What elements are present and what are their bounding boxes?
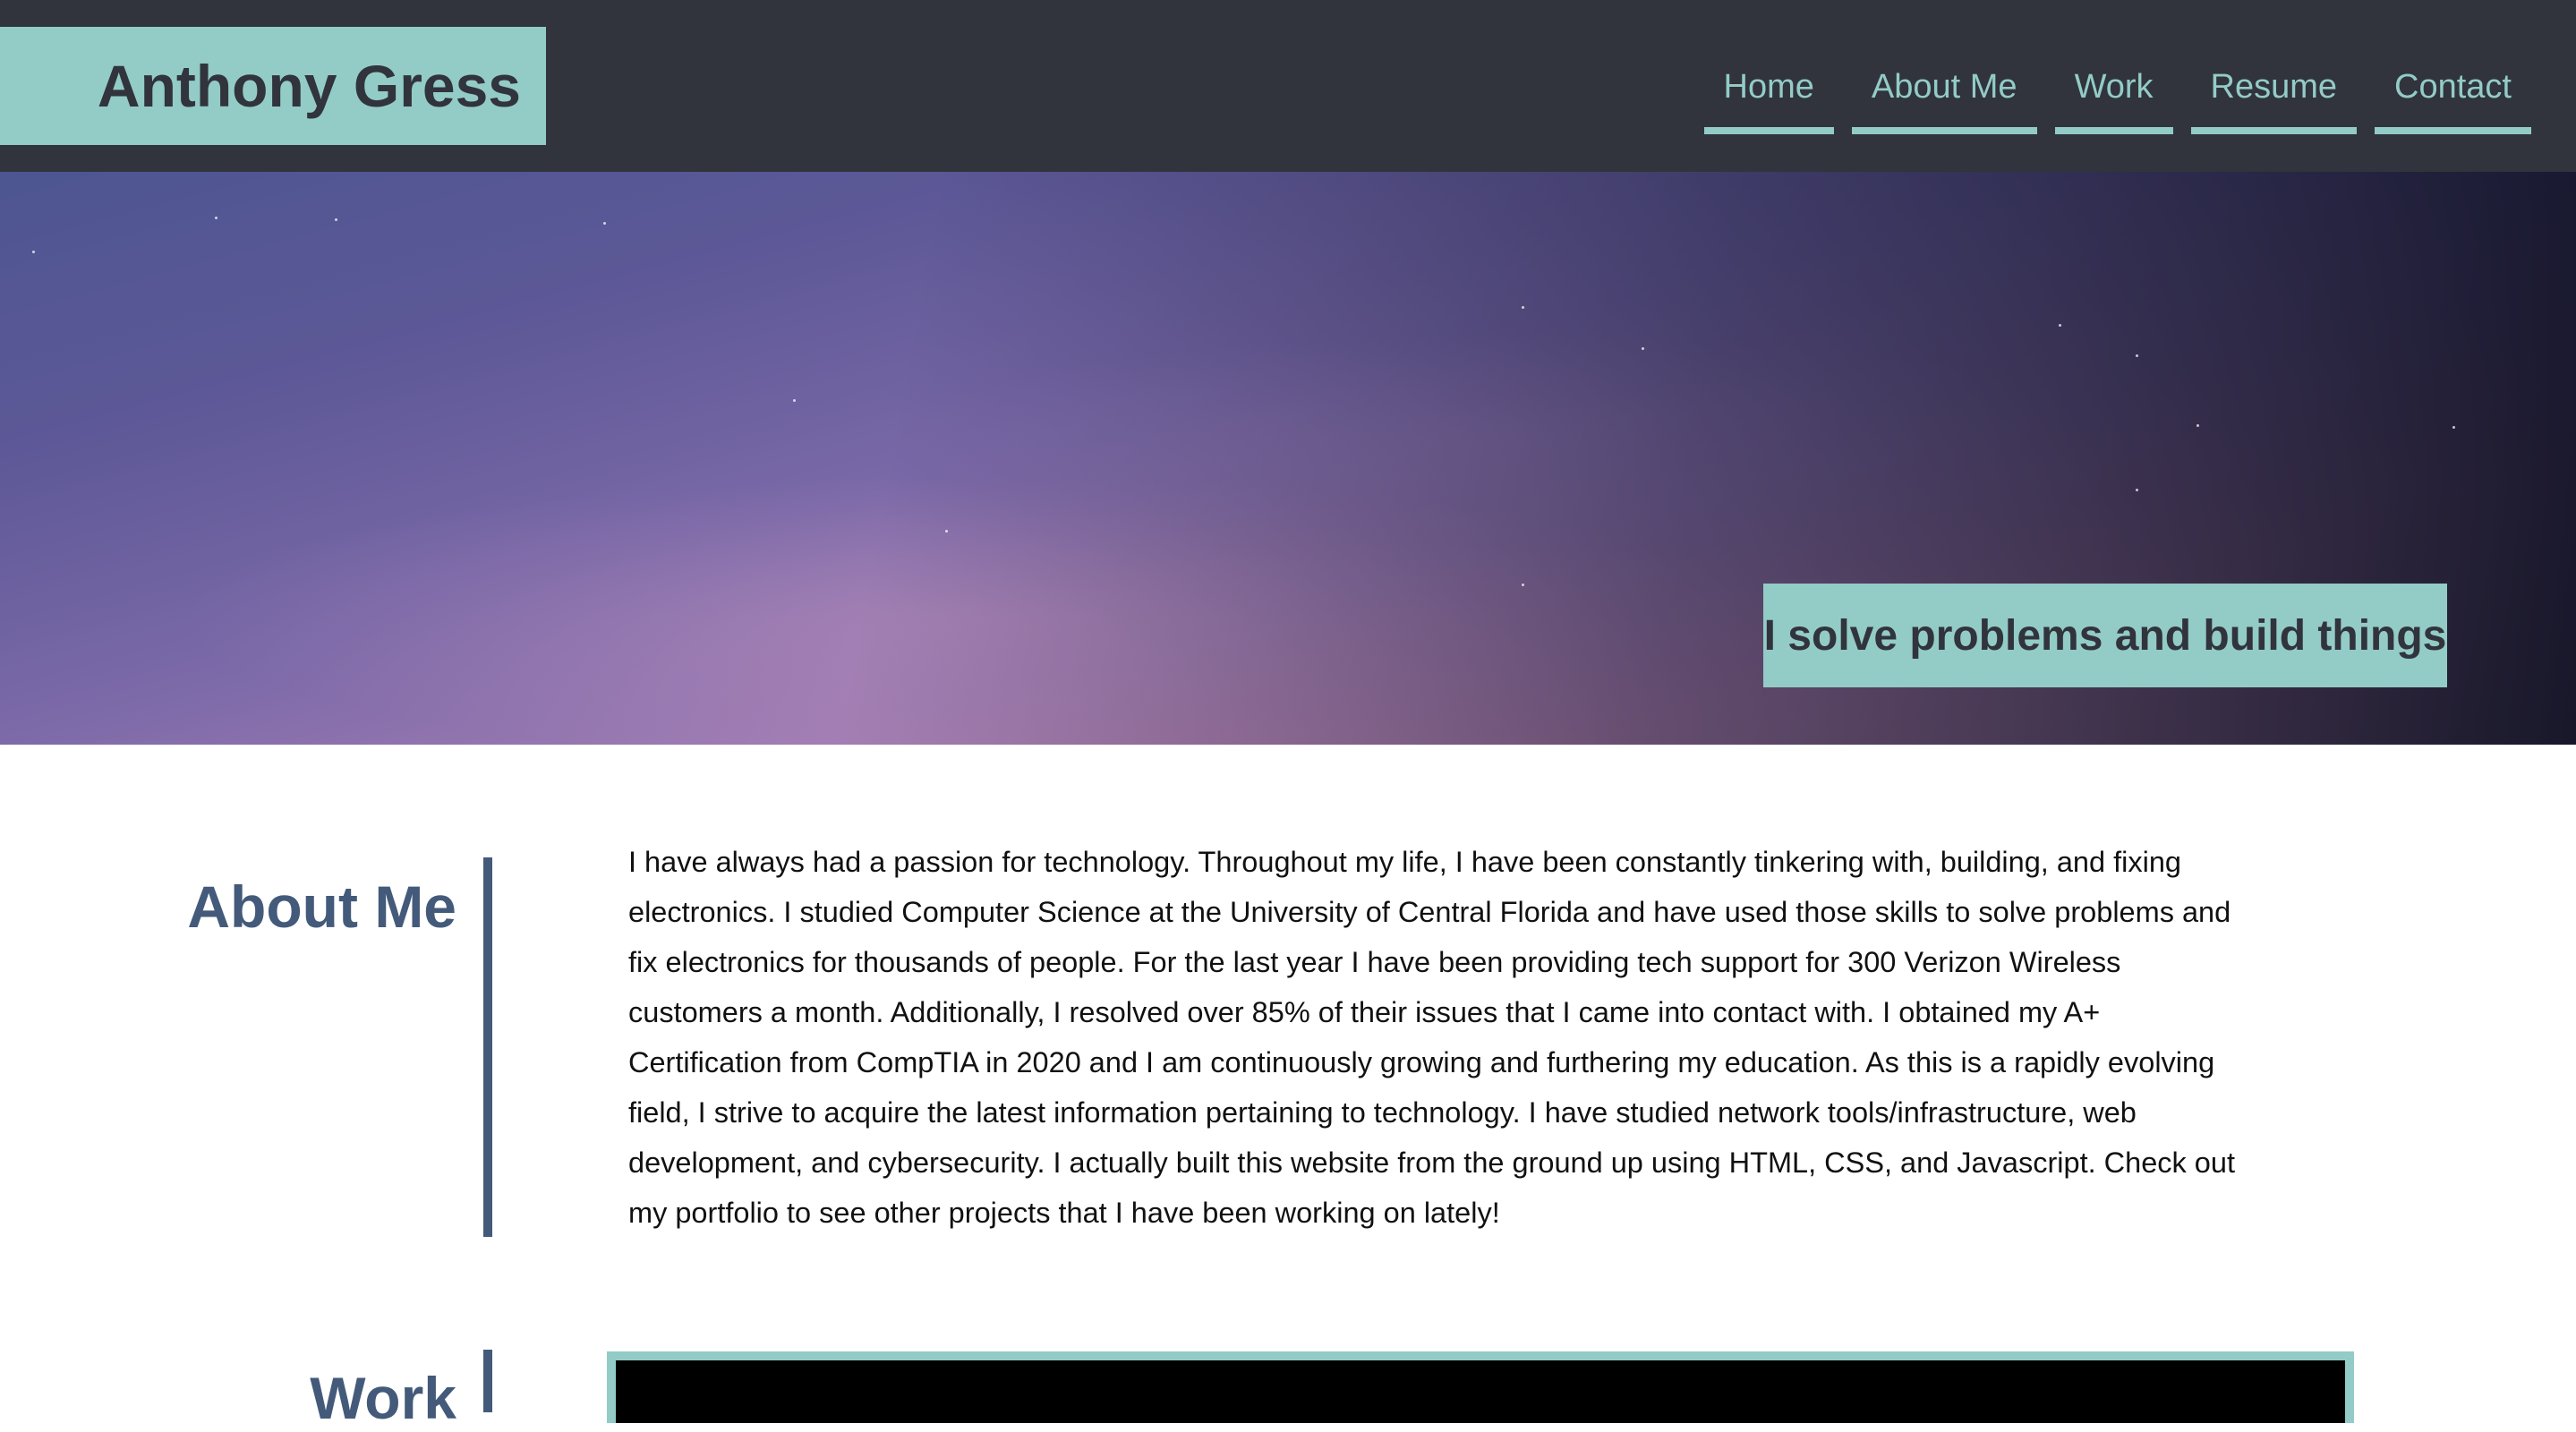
star bbox=[1522, 584, 1524, 586]
star bbox=[603, 222, 606, 225]
tagline: I solve problems and build things bbox=[1763, 611, 2447, 660]
nav-link-about-me[interactable]: About Me bbox=[1851, 54, 2037, 134]
star bbox=[32, 251, 35, 253]
star bbox=[2136, 489, 2138, 491]
star bbox=[2452, 426, 2455, 429]
site-header: Anthony Gress Home About Me Work Resume … bbox=[0, 0, 2576, 172]
about-text: I have always had a passion for technolo… bbox=[628, 846, 2235, 1229]
work-divider bbox=[483, 1350, 492, 1412]
nav-link-home[interactable]: Home bbox=[1703, 54, 1835, 134]
star bbox=[793, 399, 796, 402]
about-heading: About Me bbox=[187, 874, 456, 940]
nav-link-contact[interactable]: Contact bbox=[2375, 54, 2531, 134]
star bbox=[2059, 324, 2061, 327]
star bbox=[945, 530, 948, 533]
work-preview-frame[interactable] bbox=[607, 1351, 2354, 1423]
star bbox=[215, 217, 218, 219]
hero-banner: I solve problems and build things bbox=[0, 172, 2576, 745]
star bbox=[2136, 354, 2138, 357]
nav-link-work[interactable]: Work bbox=[2054, 54, 2173, 134]
star bbox=[1522, 306, 1524, 309]
star bbox=[335, 218, 337, 221]
brand-logo[interactable]: Anthony Gress bbox=[0, 27, 546, 145]
main-nav: Home About Me Work Resume Contact bbox=[1703, 54, 2531, 134]
about-divider bbox=[483, 857, 492, 1237]
tagline-box: I solve problems and build things bbox=[1763, 584, 2447, 687]
star bbox=[1642, 347, 1644, 350]
star bbox=[2196, 424, 2199, 427]
nav-link-resume[interactable]: Resume bbox=[2190, 54, 2358, 134]
work-heading: Work bbox=[310, 1365, 456, 1431]
brand-name: Anthony Gress bbox=[97, 53, 521, 119]
